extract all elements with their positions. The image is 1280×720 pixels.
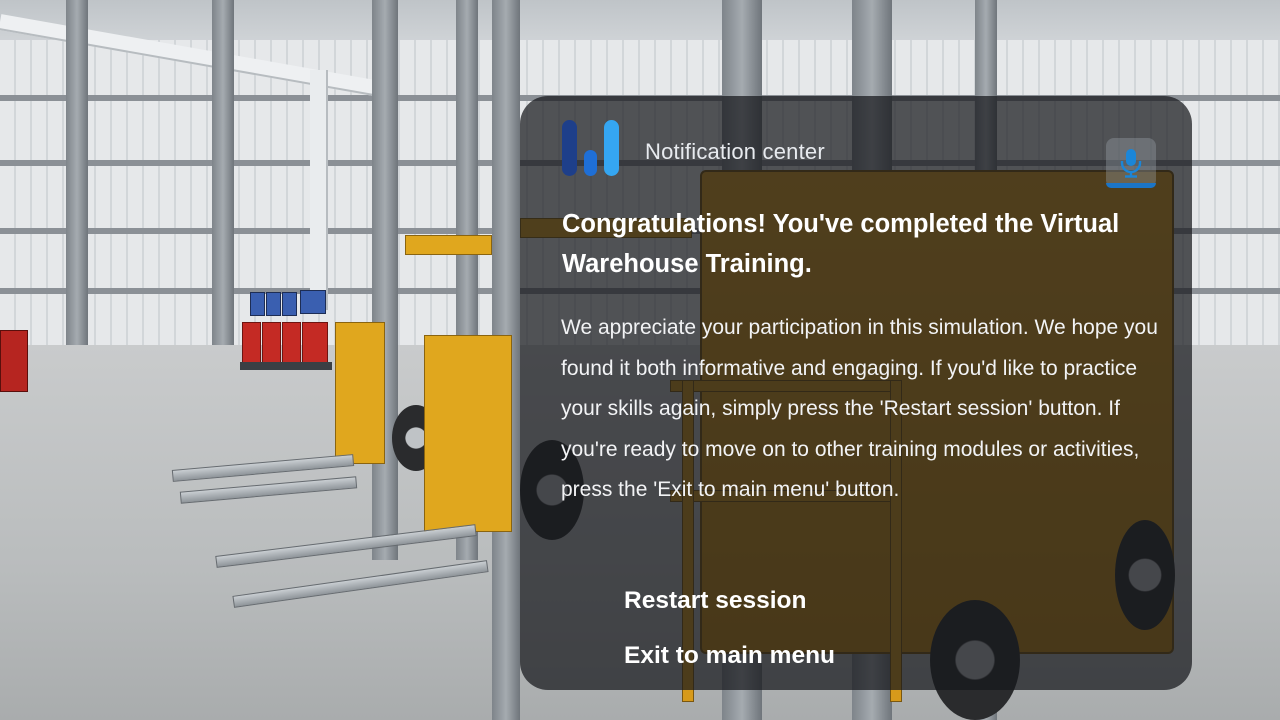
steel-column [372, 0, 398, 560]
microphone-active-indicator [1106, 183, 1156, 188]
notification-panel: Notification center Congratulations! You… [520, 96, 1192, 690]
restart-session-button[interactable]: Restart session [624, 587, 806, 615]
app-logo-icon [562, 120, 622, 176]
exit-to-main-menu-button[interactable]: Exit to main menu [624, 642, 835, 670]
completion-message: We appreciate your participation in this… [561, 316, 1158, 501]
logo-bar [584, 150, 597, 176]
steel-column [66, 0, 88, 345]
completion-headline: Congratulations! You've completed the Vi… [562, 210, 1120, 278]
vertical-pipe [310, 70, 328, 310]
charger-unit [250, 292, 265, 316]
forklift-roof [405, 235, 492, 255]
forklift-guard [424, 335, 512, 532]
charger-unit [300, 290, 326, 314]
notification-header: Notification center [520, 96, 1192, 200]
notification-center-title: Notification center [645, 139, 825, 164]
microphone-button[interactable] [1106, 138, 1156, 188]
logo-bar [562, 120, 577, 176]
charging-rack [240, 362, 332, 370]
steel-column [212, 0, 234, 345]
charger-unit [282, 292, 297, 316]
battery-unit [0, 330, 28, 392]
microphone-icon [1120, 149, 1142, 178]
logo-bar [604, 120, 619, 176]
forklift-guard [335, 322, 385, 464]
charger-unit [266, 292, 281, 316]
